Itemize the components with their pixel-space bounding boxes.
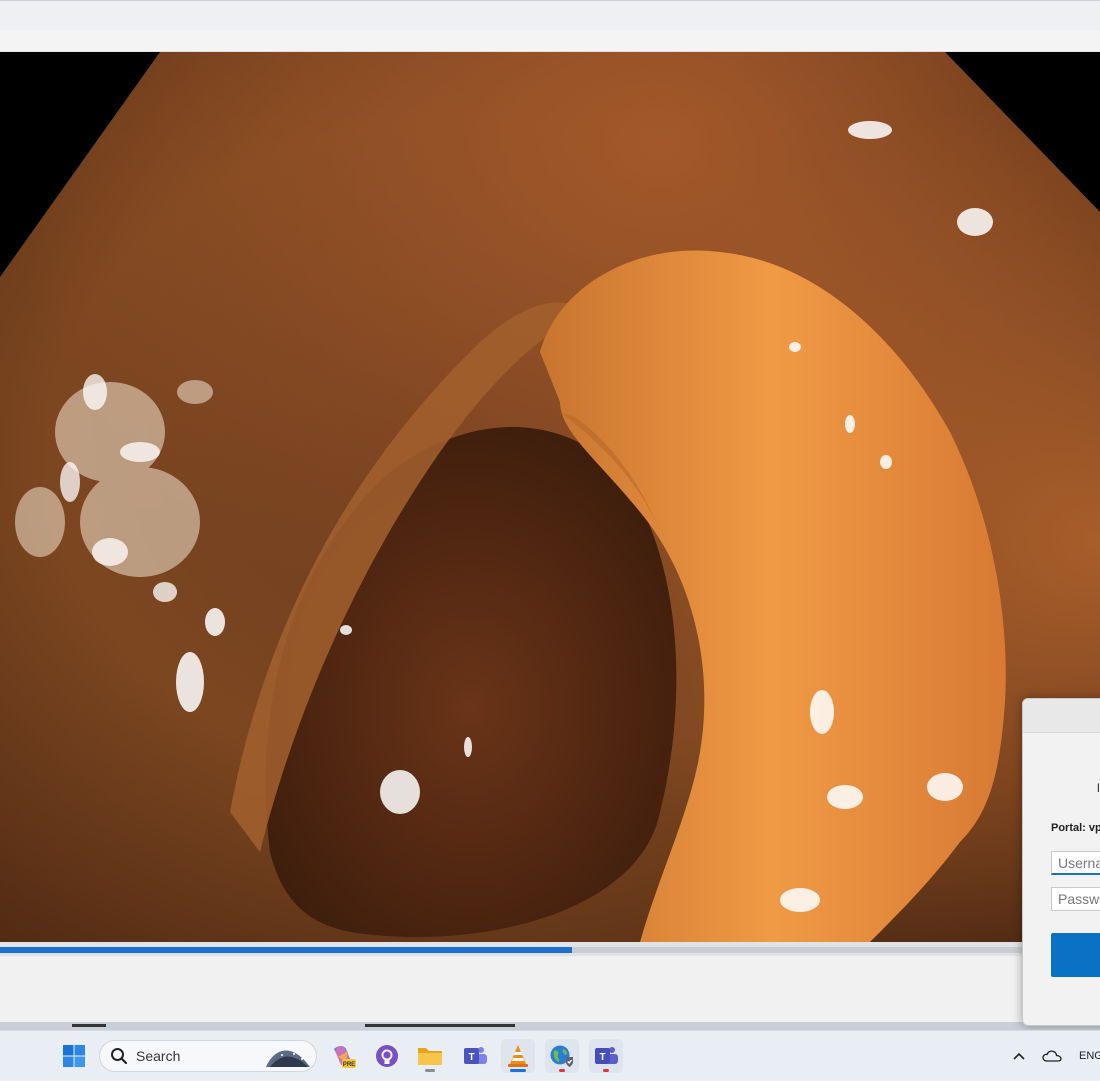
taskbar: Search PRE T T ENG [0,1030,1100,1080]
attention-indicator [603,1069,609,1072]
window-titlebar[interactable] [0,0,1100,30]
taskbar-search[interactable]: Search [99,1040,317,1072]
taskbar-github[interactable] [370,1039,404,1073]
search-placeholder: Search [136,1048,181,1064]
player-controls [0,956,1100,1022]
taskbar-vlc[interactable] [501,1039,535,1073]
globe-shield-icon [550,1045,573,1067]
taskbar-teams[interactable]: T [589,1039,623,1073]
copilot-badge: PRE [343,1062,355,1068]
background-line [365,1024,515,1027]
folder-icon [418,1048,442,1065]
teams-new-icon: T [595,1047,618,1064]
tray-overflow-button[interactable] [1012,1031,1026,1081]
copilot-icon: PRE [334,1046,356,1068]
seek-bar[interactable] [0,942,1100,956]
search-icon [111,1048,128,1065]
taskbar-file-explorer[interactable] [413,1039,447,1073]
dialog-titlebar[interactable] [1023,699,1100,733]
dialog-heading: l [1097,781,1100,795]
running-indicator [425,1069,435,1072]
start-button[interactable] [57,1039,91,1073]
background-window-edge [0,1022,1100,1030]
vlc-cone-icon [508,1045,528,1067]
search-highlight-icon [266,1050,310,1067]
windows-logo-icon [63,1045,85,1067]
chevron-up-icon [1013,1052,1025,1060]
password-field[interactable] [1051,887,1100,911]
tray-onedrive[interactable] [1042,1031,1062,1081]
endoscopy-image [0,52,1100,942]
portal-label: Portal: vp [1051,822,1100,834]
taskbar-copilot[interactable]: PRE [326,1039,360,1073]
video-frame[interactable] [0,52,1100,942]
attention-indicator [559,1069,565,1072]
seek-progress-fill [0,947,572,953]
language-indicator[interactable]: ENG [1079,1031,1100,1081]
vpn-login-dialog: l Portal: vp [1022,698,1100,1026]
svg-text:T: T [599,1052,605,1063]
github-icon [376,1045,398,1067]
connect-button[interactable] [1051,933,1100,977]
taskbar-teams-classic[interactable]: T [458,1039,492,1073]
background-line [72,1024,106,1027]
svg-text:T: T [468,1052,474,1063]
cloud-icon [1042,1050,1062,1062]
active-indicator [510,1069,526,1072]
taskbar-globalprotect[interactable] [545,1039,579,1073]
menu-bar [0,30,1100,52]
username-field[interactable] [1051,851,1100,875]
teams-icon: T [464,1047,487,1064]
